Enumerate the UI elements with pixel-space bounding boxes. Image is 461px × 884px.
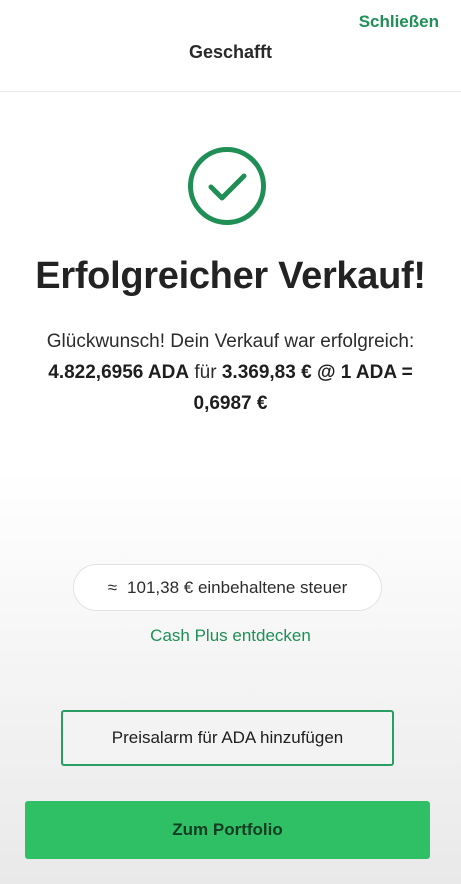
success-message: Glückwunsch! Dein Verkauf war erfolgreic…	[40, 326, 421, 419]
page-title: Geschafft	[188, 42, 273, 62]
header-bar: Schließen Geschafft	[0, 0, 461, 92]
close-button[interactable]: Schließen	[359, 12, 439, 32]
add-price-alarm-button[interactable]: Preisalarm für ADA hinzufügen	[61, 710, 394, 766]
tax-withheld-badge: ≈ 101,38 € einbehaltene steuer	[73, 564, 382, 611]
to-portfolio-label: Zum Portfolio	[172, 820, 283, 839]
sale-total: 3.369,83 €	[221, 362, 312, 383]
cash-plus-link[interactable]: Cash Plus entdecken	[0, 626, 461, 646]
at-symbol: @	[316, 362, 336, 383]
success-headline: Erfolgreicher Verkauf!	[35, 255, 426, 297]
approx-icon: ≈	[107, 577, 118, 597]
to-portfolio-button[interactable]: Zum Portfolio	[25, 801, 430, 859]
add-price-alarm-label: Preisalarm für ADA hinzufügen	[111, 728, 344, 747]
tax-withheld-text: 101,38 € einbehaltene steuer	[127, 577, 348, 597]
checkmark-circle-icon	[187, 146, 267, 226]
for-word: für	[194, 362, 217, 383]
congrats-text: Glückwunsch! Dein Verkauf war erfolgreic…	[46, 331, 415, 352]
sold-amount: 4.822,6956 ADA	[48, 362, 190, 383]
